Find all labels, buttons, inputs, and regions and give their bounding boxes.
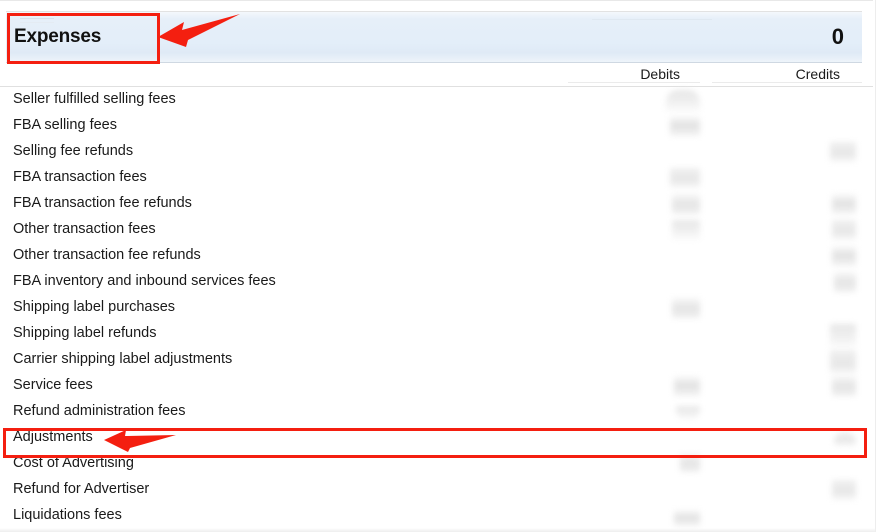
row-debit-value-redacted [674, 376, 700, 396]
column-separator-left [568, 82, 700, 83]
top-frame-edge [0, 0, 876, 9]
header-rule-decoration-right [592, 16, 712, 20]
expenses-report-panel: Expenses 0 Debits Credits Seller fulfill… [0, 0, 876, 532]
table-row[interactable]: FBA transaction fees [0, 166, 876, 192]
table-row[interactable]: FBA inventory and inbound services fees [0, 270, 876, 296]
expenses-total-value: 0 [831, 24, 844, 49]
table-row[interactable]: Refund administration fees [0, 400, 876, 426]
row-label: Cost of Advertising [13, 455, 134, 471]
table-row-adjustments[interactable]: Adjustments [0, 426, 876, 452]
row-credit-value-redacted [834, 432, 856, 446]
table-row[interactable]: Seller fulfilled selling fees [0, 88, 876, 114]
table-row[interactable]: Other transaction fee refunds [0, 244, 876, 270]
bottom-frame-edge [0, 528, 876, 532]
row-credit-value-redacted [832, 194, 856, 214]
row-debit-value-redacted [670, 116, 700, 136]
table-row[interactable]: Shipping label refunds [0, 322, 876, 348]
row-label: FBA inventory and inbound services fees [13, 273, 276, 289]
row-label: Carrier shipping label adjustments [13, 351, 233, 367]
table-row[interactable]: Other transaction fees [0, 218, 876, 244]
expenses-section-header[interactable]: Expenses 0 [6, 11, 862, 63]
table-row[interactable]: Shipping label purchases [0, 296, 876, 322]
row-label: Liquidations fees [13, 507, 122, 523]
row-label: FBA transaction fees [13, 169, 147, 185]
table-row[interactable]: Refund for Advertiser [0, 478, 876, 504]
row-label: Seller fulfilled selling fees [13, 91, 176, 107]
page-title: Expenses [14, 26, 102, 47]
row-label: Other transaction fee refunds [13, 247, 201, 263]
table-row[interactable]: Service fees [0, 374, 876, 400]
row-label: Shipping label refunds [13, 325, 157, 341]
row-label: Refund administration fees [13, 403, 186, 419]
row-debit-value-redacted [672, 298, 700, 318]
row-label: Service fees [13, 377, 93, 393]
row-credit-value-redacted [834, 272, 856, 292]
row-debit-value-redacted [666, 90, 700, 112]
row-label: Selling fee refunds [13, 143, 134, 159]
header-rule-decoration [20, 18, 54, 23]
row-debit-value-redacted [670, 168, 700, 188]
row-debit-value-redacted [674, 510, 700, 526]
row-debit-value-redacted [676, 406, 700, 420]
table-row[interactable]: FBA transaction fee refunds [0, 192, 876, 218]
column-separator-right [712, 82, 862, 83]
expenses-rows-list: Seller fulfilled selling fees FBA sellin… [0, 88, 876, 530]
row-credit-value-redacted [832, 220, 856, 240]
column-header-debits[interactable]: Debits [640, 66, 680, 82]
row-label: FBA transaction fee refunds [13, 195, 192, 211]
row-label: FBA selling fees [13, 117, 117, 133]
table-row[interactable]: Liquidations fees [0, 504, 876, 530]
row-credit-value-redacted [832, 376, 856, 396]
table-row[interactable]: Carrier shipping label adjustments [0, 348, 876, 374]
row-credit-value-redacted [830, 324, 856, 348]
row-credit-value-redacted [832, 246, 856, 266]
row-label: Adjustments [13, 429, 93, 445]
table-row[interactable]: FBA selling fees [0, 114, 876, 140]
row-credit-value-redacted [832, 480, 856, 500]
row-credit-value-redacted [830, 142, 856, 162]
column-header-row: Debits Credits [0, 63, 876, 87]
row-credit-value-redacted [830, 350, 856, 374]
table-row[interactable]: Selling fee refunds [0, 140, 876, 166]
row-debit-value-redacted [672, 220, 700, 240]
column-header-credits[interactable]: Credits [796, 66, 840, 82]
table-row[interactable]: Cost of Advertising [0, 452, 876, 478]
row-label: Other transaction fees [13, 221, 156, 237]
row-debit-value-redacted [672, 194, 700, 214]
row-label: Refund for Advertiser [13, 481, 150, 497]
row-label: Shipping label purchases [13, 299, 176, 315]
row-debit-value-redacted [680, 454, 700, 472]
